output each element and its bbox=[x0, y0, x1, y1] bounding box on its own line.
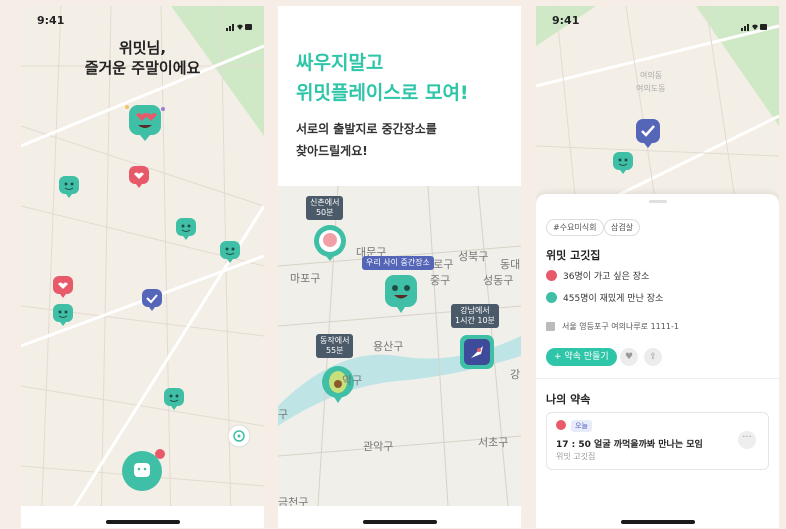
want-count-row: 36명이 가고 싶은 장소 bbox=[546, 269, 649, 282]
place-name: 위밋 고깃집 bbox=[546, 249, 601, 262]
greeting-line-1: 위밋님, bbox=[118, 39, 167, 57]
district-label: 강 bbox=[510, 368, 521, 381]
location-button[interactable] bbox=[227, 424, 251, 448]
plan-title: 17 : 50 얼굴 까먹을까봐 만나는 모임 bbox=[556, 440, 703, 450]
bottom-area bbox=[536, 506, 779, 528]
tag-gangnam: 강남에서 1시간 10분 bbox=[451, 304, 499, 328]
face-pin[interactable] bbox=[613, 152, 633, 174]
district-label: 중구 bbox=[430, 274, 451, 287]
heart-pin[interactable] bbox=[53, 276, 73, 298]
want-count-text: 36명이 가고 싶은 장소 bbox=[563, 272, 650, 282]
screen-place-detail: 9:41 여의동 여의도동 #수요미식회 삼겹살 위밋 고깃집 36명이 가고 … bbox=[536, 6, 779, 528]
heart-pin[interactable] bbox=[129, 166, 149, 188]
face-pin[interactable] bbox=[220, 241, 240, 263]
title-line-1: 싸우지말고 bbox=[296, 52, 384, 74]
sub-line-2: 찾아드릴게요! bbox=[296, 144, 368, 158]
onboarding-title: 싸우지말고 위밋플레이스로 모여! bbox=[296, 48, 469, 108]
rocket-pin[interactable] bbox=[459, 334, 495, 372]
status-bar: 9:41 bbox=[21, 6, 264, 34]
district-label: 구 bbox=[278, 408, 289, 421]
status-icons bbox=[741, 16, 767, 35]
sub-line-1: 서로의 출발지로 중간장소를 bbox=[296, 122, 437, 136]
tag-sinchon: 신촌에서 50분 bbox=[306, 196, 344, 220]
share-icon[interactable]: ⇪ bbox=[644, 348, 662, 366]
district-label: 성동구 bbox=[483, 274, 514, 287]
place-detail-sheet: #수요미식회 삼겹살 위밋 고깃집 36명이 가고 싶은 장소 455명이 재밌… bbox=[536, 194, 779, 528]
map-background[interactable] bbox=[536, 6, 779, 206]
building-icon bbox=[546, 322, 555, 331]
district-label: 용산구 bbox=[373, 340, 404, 353]
alarm-icon bbox=[556, 420, 566, 430]
octopus-pin[interactable] bbox=[312, 224, 348, 262]
screen-home-map: 9:41 위밋님, 즐거운 주말이에요 bbox=[21, 6, 264, 528]
divider bbox=[536, 378, 779, 379]
face-pin[interactable] bbox=[53, 304, 73, 326]
heart-icon bbox=[546, 270, 557, 281]
bottom-area bbox=[21, 506, 264, 528]
bottom-area bbox=[278, 506, 521, 528]
my-plans-title: 나의 약속 bbox=[546, 393, 591, 406]
map-label: 여의동 bbox=[640, 71, 663, 80]
screen-onboarding: 싸우지말고 위밋플레이스로 모여! 서로의 출발지로 중간장소를 찾아드릴게요!… bbox=[278, 6, 521, 528]
main-action-button[interactable] bbox=[120, 447, 166, 493]
greeting: 위밋님, 즐거운 주말이에요 bbox=[21, 38, 264, 78]
tag-dongjak: 동작에서 55분 bbox=[316, 334, 354, 358]
greeting-line-2: 즐거운 주말이에요 bbox=[84, 59, 201, 77]
today-badge: 오늘 bbox=[571, 420, 592, 432]
face-pin[interactable] bbox=[164, 388, 184, 410]
tag-chip[interactable]: 삼겹살 bbox=[604, 219, 641, 236]
status-time: 9:41 bbox=[552, 14, 580, 27]
face-pin[interactable] bbox=[176, 218, 196, 240]
face-pin[interactable] bbox=[59, 176, 79, 198]
make-plan-button[interactable]: + 약속 만들기 bbox=[546, 348, 617, 366]
district-label: 서초구 bbox=[478, 436, 509, 449]
district-label: 관악구 bbox=[363, 440, 394, 453]
title-line-2: 위밋플레이스로 모여! bbox=[296, 82, 469, 104]
home-indicator bbox=[105, 520, 180, 524]
sheet-grabber[interactable] bbox=[648, 200, 667, 203]
district-label: 동대 bbox=[500, 258, 521, 271]
address-row: 서울 영등포구 여의나루로 1111-1 bbox=[546, 321, 679, 332]
plan-card[interactable]: 오늘 17 : 50 얼굴 까먹을까봐 만나는 모임 위밋 고깃집 ··· bbox=[546, 412, 769, 470]
love-face-pin[interactable] bbox=[123, 99, 167, 143]
status-icons bbox=[226, 16, 252, 35]
tag-middle-place: 우리 사이 중간장소 bbox=[362, 256, 434, 270]
onboarding-subtitle: 서로의 출발지로 중간장소를 찾아드릴게요! bbox=[296, 118, 437, 162]
district-label: 마포구 bbox=[290, 272, 321, 285]
address-text: 서울 영등포구 여의나루로 1111-1 bbox=[562, 322, 679, 331]
status-time: 9:41 bbox=[37, 14, 65, 27]
district-label: 성북구 bbox=[458, 250, 489, 263]
status-bar: 9:41 bbox=[536, 6, 779, 34]
plan-place: 위밋 고깃집 bbox=[556, 452, 596, 461]
like-icon[interactable]: ♥ bbox=[620, 348, 638, 366]
map-label: 여의도동 bbox=[636, 84, 666, 93]
met-count-row: 455명이 재밌게 만난 장소 bbox=[546, 291, 663, 304]
more-icon[interactable]: ··· bbox=[738, 431, 756, 449]
home-indicator bbox=[362, 520, 437, 524]
middle-face-pin[interactable] bbox=[384, 274, 418, 314]
home-indicator bbox=[620, 520, 695, 524]
selected-check-pin[interactable] bbox=[635, 118, 661, 148]
met-count-text: 455명이 재밌게 만난 장소 bbox=[563, 294, 664, 304]
district-label: 악구 bbox=[342, 374, 363, 387]
check-pin[interactable] bbox=[142, 289, 162, 311]
tag-chip[interactable]: #수요미식회 bbox=[546, 219, 604, 236]
face-icon bbox=[546, 292, 557, 303]
